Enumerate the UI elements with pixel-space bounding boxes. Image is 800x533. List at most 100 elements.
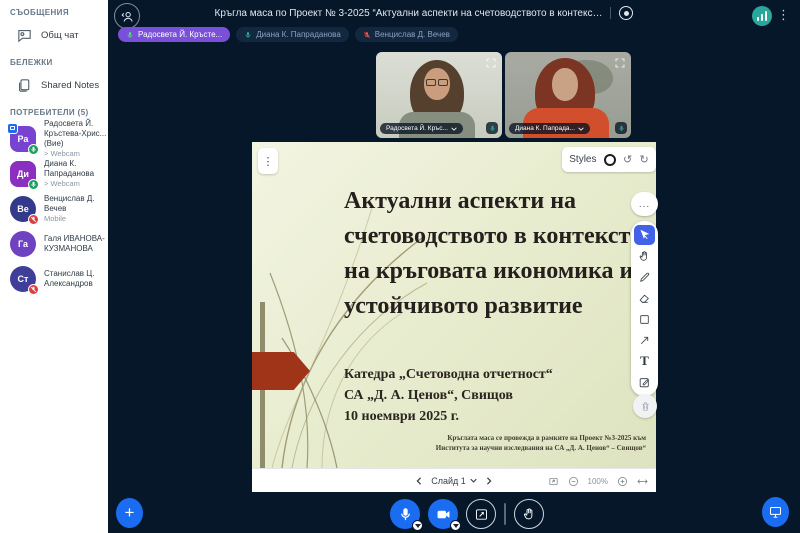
whiteboard-menu-button[interactable]: ⋮ [258,148,278,174]
mic-on-icon [127,31,133,38]
arrow-icon [640,336,649,344]
users-header: ПОТРЕБИТЕЛИ (5) [10,108,89,117]
mic-icon [489,125,495,131]
whiteboard-more-button[interactable]: ... [631,192,658,216]
camera-button[interactable] [428,499,461,531]
pan-fit-icon[interactable] [548,476,559,487]
hand-icon [523,507,532,519]
chevron-down-icon [451,127,457,131]
monitor-icon [770,506,781,518]
pencil-icon [640,272,650,282]
text-tool-icon: T [640,353,649,368]
user-row[interactable]: Ст Станислав Ц. Александров [0,261,108,296]
rectangle-icon [640,314,649,324]
sidebar-item-shared-notes[interactable]: Shared Notes [0,71,108,100]
presenter-badge [7,122,18,134]
webcam-tile[interactable]: Радосвета Й. Кръс... [376,52,502,138]
mic-icon [618,125,624,131]
messages-header: СЪОБЩЕНИЯ [10,8,69,17]
meeting-title: Кръгла маса по Проект № 3-2025 “Актуални… [214,7,603,19]
webcam-name-dropdown[interactable]: Радосвета Й. Кръс... [380,123,463,134]
screenshare-button[interactable] [466,499,496,529]
user-row[interactable]: Ди Диана К. Папраданова > Webcam [0,156,108,191]
eraser-tool[interactable] [634,288,655,308]
slide-number-label: Слайд 1 [431,475,466,486]
user-row[interactable]: Га Галя ИВАНОВА-КУЗМАНОВА [0,226,108,261]
camera-icon [437,510,449,518]
user-name: Венцислав Д. Вечев [44,194,95,213]
restore-presentation-button[interactable] [762,497,789,527]
record-dot-icon [623,10,629,16]
webcam-tile[interactable]: Диана К. Папрада... [505,52,631,138]
connection-status-button[interactable] [752,6,772,26]
talking-pill-name: Радосвета Й. Кръсте... [138,30,223,39]
fullscreen-icon [615,58,625,68]
previous-slide-button[interactable] [415,476,423,485]
talking-pill[interactable]: Венцислав Д. Вечев [354,27,458,42]
raise-hand-button[interactable] [514,499,544,529]
zoom-level: 100% [587,476,608,486]
user-status: > Webcam [44,149,80,158]
shape-tool[interactable] [634,309,655,329]
talking-pill-name: Венцислав Д. Вечев [374,30,450,39]
avatar: Га [10,230,36,257]
talking-pill[interactable]: Диана К. Папраданова [236,27,349,42]
mic-on-badge [28,178,39,190]
fullscreen-button[interactable] [484,56,498,70]
next-slide-button[interactable] [485,476,493,485]
zoom-in-button[interactable] [617,476,628,487]
options-menu-button[interactable]: ⋮ [777,7,790,25]
notes-header: БЕЛЕЖКИ [10,58,53,67]
styles-button[interactable]: Styles [569,154,596,165]
arrow-tool[interactable] [634,330,655,350]
trash-icon [641,401,649,411]
user-status: > Webcam [44,179,80,188]
webcam-grid: Радосвета Й. Кръс... Диана К. Папрада... [376,52,631,138]
presentation-area[interactable]: Актуални аспекти на счетоводството в кон… [252,142,656,492]
mute-button[interactable] [390,499,423,531]
note-tool[interactable] [634,372,655,392]
webcam-name-dropdown[interactable]: Диана К. Папрада... [509,123,590,134]
mic-muted-icon [363,31,370,38]
screenshare-icon [475,508,487,520]
avatar: Ве [10,195,39,225]
select-tool[interactable] [634,225,655,245]
talking-pill[interactable]: Радосвета Й. Кръсте... [118,27,231,42]
fullscreen-icon [486,58,496,68]
zoom-out-button[interactable] [568,476,579,487]
mic-options-badge[interactable] [412,520,423,531]
avatar: Ра [7,122,39,155]
whiteboard-tools: T [631,221,658,396]
slide-footnote: Кръглата маса се провежда в рамките на П… [435,434,646,452]
avatar: Ст [10,265,39,295]
user-row[interactable]: Ра Радосвета Й. Кръстева-Хрис... (Вие) >… [0,119,108,158]
hand-icon [639,250,647,261]
text-tool[interactable]: T [634,351,655,371]
talking-pill-name: Диана К. Папраданова [256,30,341,39]
avatar: Ди [10,160,39,190]
chevron-down-icon [470,478,477,483]
fit-width-button[interactable] [637,476,648,487]
delete-annotations-button[interactable] [633,394,657,418]
fullscreen-button[interactable] [613,56,627,70]
actions-plus-button[interactable]: + [116,498,143,528]
undo-button[interactable]: ↺ [623,153,632,166]
pan-tool[interactable] [634,246,655,266]
camera-options-badge[interactable] [450,520,461,531]
chevron-down-icon [578,127,584,131]
redo-button[interactable]: ↻ [640,153,649,166]
webcam-mic-indicator [486,122,498,134]
slide-title: Актуални аспекти на счетоводството в кон… [344,188,643,319]
webcam-mic-indicator [615,122,627,134]
user-status: Mobile [44,214,67,223]
slide-select-dropdown[interactable]: Слайд 1 [431,476,477,486]
sidebar-item-public-chat[interactable]: Общ чат [0,21,108,50]
record-button[interactable] [619,6,634,20]
user-name: Диана К. Папраданова [44,159,95,178]
left-panel: СЪОБЩЕНИЯ Общ чат БЕЛЕЖКИ Shared Notes П… [0,0,108,533]
user-row[interactable]: Ве Венцислав Д. Вечев Mobile [0,191,108,226]
color-style-button[interactable] [603,153,616,166]
webcam-name: Диана К. Папрада... [515,125,575,132]
draw-tool[interactable] [634,267,655,287]
mic-icon [400,507,410,520]
